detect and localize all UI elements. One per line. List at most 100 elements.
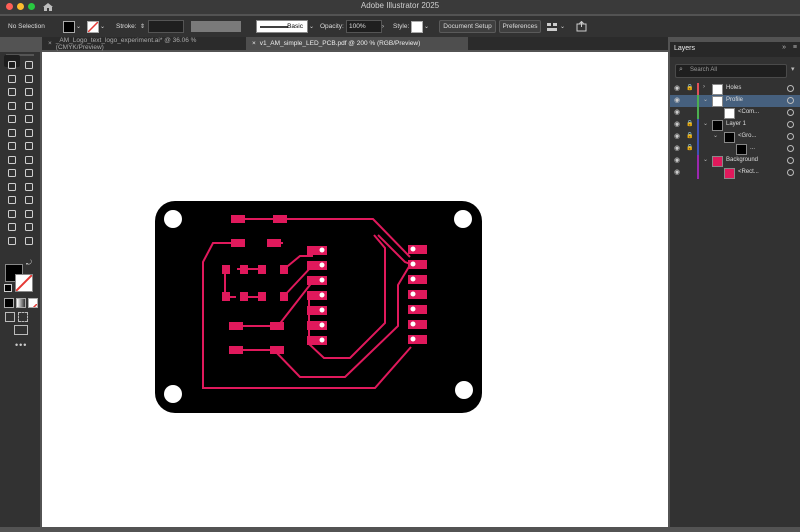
tab-close-icon[interactable]: ×: [252, 40, 256, 47]
visibility-eye-icon[interactable]: ◉: [674, 120, 680, 128]
target-circle-icon[interactable]: [787, 145, 794, 152]
pen-tool-icon[interactable]: [7, 84, 17, 96]
color-mode-icon[interactable]: [4, 298, 14, 308]
visibility-eye-icon[interactable]: ◉: [674, 168, 680, 176]
arrange-documents-icon[interactable]: [546, 16, 558, 37]
magic-wand-tool-icon[interactable]: [7, 71, 17, 83]
layer-row[interactable]: ◉ 🔒 › Holes: [670, 83, 800, 95]
graph-tool-icon[interactable]: [24, 206, 34, 218]
line-tool-icon[interactable]: [24, 98, 34, 110]
preferences-button[interactable]: Preferences: [499, 20, 541, 33]
lock-icon[interactable]: 🔒: [686, 84, 693, 91]
visibility-eye-icon[interactable]: ◉: [674, 156, 680, 164]
target-circle-icon[interactable]: [787, 121, 794, 128]
mounting-hole[interactable]: [164, 385, 182, 403]
lock-icon[interactable]: 🔒: [686, 132, 693, 139]
gradient-tool-icon[interactable]: [24, 179, 34, 191]
slice-tool-icon[interactable]: [24, 219, 34, 231]
arrange-dropdown-icon[interactable]: ⌄: [560, 16, 565, 37]
lock-icon[interactable]: 🔒: [686, 120, 693, 127]
layer-row[interactable]: ◉ <Rect...: [670, 167, 800, 179]
lock-icon[interactable]: 🔒: [686, 144, 693, 151]
target-circle-icon[interactable]: [787, 133, 794, 140]
document-setup-button[interactable]: Document Setup: [439, 20, 496, 33]
tab-logo-experiment[interactable]: × _AM_Logo_text_logo_experiment.ai* @ 36…: [42, 37, 246, 51]
paintbrush-tool-icon[interactable]: [24, 111, 34, 123]
layers-tab[interactable]: Layers: [674, 45, 695, 52]
type-tool-icon[interactable]: [7, 98, 17, 110]
curvature-tool-icon[interactable]: [24, 84, 34, 96]
brush-dropdown-icon[interactable]: ⌄: [309, 16, 314, 37]
filter-icon[interactable]: ▾: [791, 65, 795, 73]
opacity-field[interactable]: 100%: [346, 20, 382, 33]
target-circle-icon[interactable]: [787, 97, 794, 104]
edit-toolbar-icon[interactable]: •••: [15, 340, 27, 350]
target-circle-icon[interactable]: [787, 157, 794, 164]
chevron-down-icon[interactable]: ⌄: [703, 120, 708, 127]
shape-builder-tool-icon[interactable]: [7, 165, 17, 177]
layer-row[interactable]: ◉ ⌄ Profile: [670, 95, 800, 107]
chevron-down-icon[interactable]: ⌄: [713, 132, 718, 139]
mesh-tool-icon[interactable]: [7, 179, 17, 191]
layer-row[interactable]: ◉ ⌄ Background: [670, 155, 800, 167]
stroke-swatch[interactable]: [87, 20, 99, 33]
layer-row[interactable]: ◉ <Com...: [670, 107, 800, 119]
mounting-hole[interactable]: [164, 210, 182, 228]
style-dropdown-icon[interactable]: ⌄: [424, 16, 429, 37]
layer-row[interactable]: ◉ 🔒...: [670, 143, 800, 155]
artboard[interactable]: [42, 52, 668, 527]
visibility-eye-icon[interactable]: ◉: [674, 144, 680, 152]
chevron-down-icon[interactable]: ⌄: [703, 96, 708, 103]
opacity-arrow-icon[interactable]: ›: [382, 16, 384, 37]
stroke-weight-field[interactable]: [148, 20, 184, 33]
selection-tool-icon[interactable]: [7, 57, 17, 69]
perspective-tool-icon[interactable]: [24, 165, 34, 177]
layer-row[interactable]: ◉ 🔒 ⌄ <Gro...: [670, 131, 800, 143]
screen-mode-icon[interactable]: [14, 325, 28, 335]
tab-led-pcb[interactable]: × v1_AM_simple_LED_PCB.pdf @ 200 % (RGB/…: [246, 37, 468, 50]
lasso-tool-icon[interactable]: [24, 71, 34, 83]
chevron-right-icon[interactable]: ›: [703, 84, 705, 90]
visibility-eye-icon[interactable]: ◉: [674, 108, 680, 116]
variable-width-profile[interactable]: [191, 21, 241, 32]
target-circle-icon[interactable]: [787, 85, 794, 92]
eyedropper-tool-icon[interactable]: [7, 192, 17, 204]
none-mode-icon[interactable]: [28, 298, 38, 308]
collapse-panel-icon[interactable]: »: [782, 44, 786, 51]
hand-tool-icon[interactable]: [7, 233, 17, 245]
shaper-tool-icon[interactable]: [7, 125, 17, 137]
chevron-down-icon[interactable]: ⌄: [703, 156, 708, 163]
swap-fill-stroke-icon[interactable]: ⤾: [26, 260, 32, 268]
panel-menu-icon[interactable]: ≡: [793, 44, 797, 51]
blend-tool-icon[interactable]: [24, 192, 34, 204]
brush-definition-select[interactable]: Basic: [256, 20, 308, 33]
draw-inside-icon[interactable]: [18, 312, 28, 322]
free-transform-tool-icon[interactable]: [24, 152, 34, 164]
layer-row[interactable]: ◉ 🔒 ⌄ Layer 1: [670, 119, 800, 131]
default-fill-stroke-icon[interactable]: [4, 284, 12, 292]
draw-mode-icon[interactable]: [5, 312, 15, 322]
scale-tool-icon[interactable]: [24, 138, 34, 150]
zoom-tool-icon[interactable]: [24, 233, 34, 245]
fill-swatch[interactable]: [63, 20, 75, 33]
fill-dropdown-icon[interactable]: ⌄: [76, 16, 81, 37]
artboard-tool-icon[interactable]: [7, 219, 17, 231]
symbol-sprayer-tool-icon[interactable]: [7, 206, 17, 218]
visibility-eye-icon[interactable]: ◉: [674, 84, 680, 92]
stroke-stepper[interactable]: ⇕: [140, 16, 145, 37]
layers-search-field[interactable]: ⌕ Search All: [675, 64, 787, 78]
eraser-tool-icon[interactable]: [24, 125, 34, 137]
target-circle-icon[interactable]: [787, 169, 794, 176]
stroke-color-icon[interactable]: [15, 274, 33, 292]
visibility-eye-icon[interactable]: ◉: [674, 96, 680, 104]
visibility-eye-icon[interactable]: ◉: [674, 132, 680, 140]
tab-close-icon[interactable]: ×: [48, 40, 52, 47]
target-circle-icon[interactable]: [787, 109, 794, 116]
graphic-style-swatch[interactable]: [411, 20, 423, 33]
rectangle-tool-icon[interactable]: [7, 111, 17, 123]
pcb-artwork[interactable]: [42, 52, 668, 527]
width-tool-icon[interactable]: [7, 152, 17, 164]
gradient-mode-icon[interactable]: [16, 298, 26, 308]
share-icon[interactable]: [576, 16, 587, 37]
mounting-hole[interactable]: [454, 210, 472, 228]
